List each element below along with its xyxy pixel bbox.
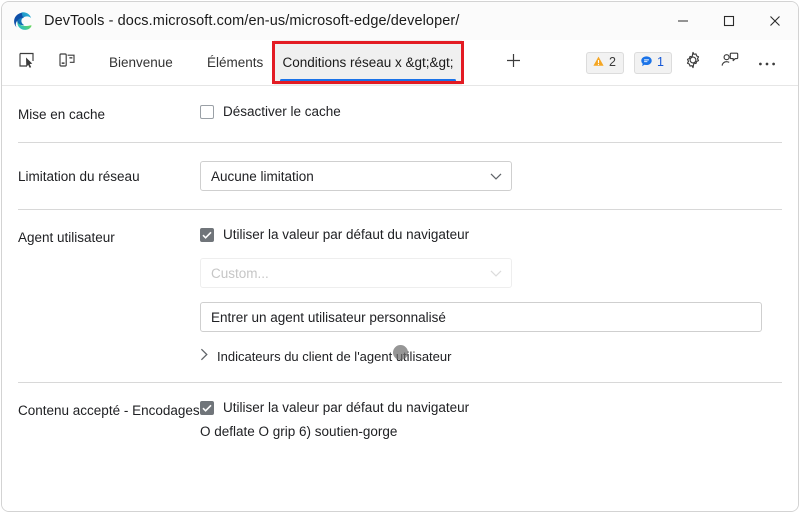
accepted-encodings-label: Contenu accepté - Encodages <box>18 403 200 418</box>
throttling-select[interactable]: Aucune limitation <box>200 161 512 191</box>
inspect-element-icon <box>18 51 36 74</box>
tab-label: Conditions réseau x &gt;&gt; <box>282 55 454 70</box>
disable-cache-row[interactable]: Désactiver le cache <box>200 104 782 119</box>
user-agent-label: Agent utilisateur <box>18 230 115 245</box>
throttling-value: Aucune limitation <box>211 168 314 184</box>
user-agent-select[interactable]: Custom... <box>200 258 512 288</box>
disable-cache-label: Désactiver le cache <box>223 104 341 119</box>
accepted-encodings-section: Contenu accepté - Encodages Utiliser la … <box>2 383 798 457</box>
maximize-button[interactable] <box>706 2 752 40</box>
tab-network-conditions[interactable]: Conditions réseau x &gt;&gt; <box>274 40 462 85</box>
encodings-default-label: Utiliser la valeur par défaut du navigat… <box>223 400 470 415</box>
encodings-options-line: O deflate O grip 6) soutien-gorge <box>200 424 398 439</box>
edge-logo-icon <box>13 11 33 31</box>
disable-cache-checkbox[interactable] <box>200 104 214 119</box>
tab-label: Bienvenue <box>109 55 173 70</box>
network-conditions-panel: Mise en cache Désactiver le cache Limita… <box>2 86 798 511</box>
close-button[interactable] <box>752 2 798 40</box>
device-emulation-icon <box>58 51 76 74</box>
devtools-window: DevTools - docs.microsoft.com/en-us/micr… <box>1 1 799 512</box>
tab-label: Éléments <box>207 55 264 70</box>
chevron-down-icon <box>490 266 502 281</box>
chevron-right-icon <box>200 348 209 364</box>
client-hints-disclosure[interactable]: Indicateurs du client de l'agent utilisa… <box>200 348 782 364</box>
add-tab-button[interactable] <box>498 49 528 77</box>
encodings-default-checkbox[interactable] <box>200 400 214 415</box>
window-title: DevTools - docs.microsoft.com/en-us/micr… <box>44 13 460 29</box>
window-controls <box>660 2 798 40</box>
inspect-element-button[interactable] <box>12 49 42 77</box>
feedback-person-icon <box>720 51 739 74</box>
more-options-button[interactable] <box>752 49 782 77</box>
feedback-button[interactable] <box>714 49 744 77</box>
plus-icon <box>505 52 522 74</box>
warning-count: 2 <box>609 55 616 70</box>
device-emulation-button[interactable] <box>52 49 82 77</box>
devtools-toolbar: Bienvenue Éléments Conditions réseau x &… <box>2 40 798 86</box>
message-bubble-icon <box>640 55 653 71</box>
caching-section: Mise en cache Désactiver le cache <box>2 86 798 142</box>
message-badge[interactable]: 1 <box>634 51 672 74</box>
gear-icon <box>684 51 702 74</box>
settings-button[interactable] <box>678 49 708 77</box>
ua-default-row[interactable]: Utiliser la valeur par défaut du navigat… <box>200 227 782 242</box>
user-agent-section: Agent utilisateur Utiliser la valeur par… <box>2 210 798 382</box>
more-options-icon <box>758 54 776 72</box>
warning-triangle-icon <box>592 55 605 71</box>
ua-default-label: Utiliser la valeur par défaut du navigat… <box>223 227 470 242</box>
throttling-section: Limitation du réseau Aucune limitation <box>2 143 798 209</box>
warning-badge[interactable]: 2 <box>586 51 624 74</box>
message-count: 1 <box>657 55 664 70</box>
tab-elements[interactable]: Éléments <box>194 40 276 85</box>
title-bar: DevTools - docs.microsoft.com/en-us/micr… <box>2 2 798 40</box>
ua-default-checkbox[interactable] <box>200 227 214 242</box>
throttling-label: Limitation du réseau <box>18 169 140 184</box>
encodings-default-row[interactable]: Utiliser la valeur par défaut du navigat… <box>200 400 782 415</box>
tab-bienvenue[interactable]: Bienvenue <box>96 40 186 85</box>
chevron-down-icon <box>490 169 502 184</box>
custom-user-agent-input[interactable]: Entrer un agent utilisateur personnalisé <box>200 302 762 332</box>
user-agent-select-value: Custom... <box>211 265 269 281</box>
caching-label: Mise en cache <box>18 107 106 122</box>
minimize-button[interactable] <box>660 2 706 40</box>
client-hints-label: Indicateurs du client de l'agent utilisa… <box>217 348 452 364</box>
custom-user-agent-value: Entrer un agent utilisateur personnalisé <box>211 309 446 325</box>
